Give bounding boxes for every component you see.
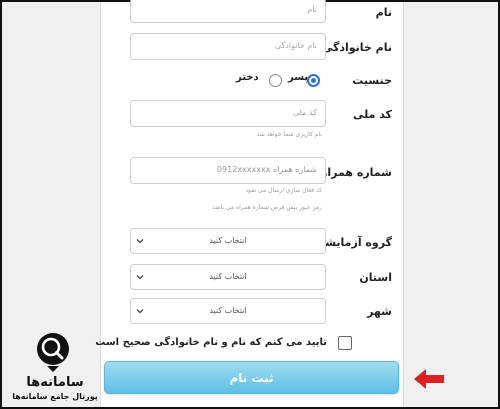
chevron-down-icon <box>136 309 144 314</box>
gender-label: جنسیت <box>352 74 392 87</box>
mobile-label: شماره همراه <box>320 166 392 179</box>
test-group-select[interactable]: انتخاب کنید <box>130 228 326 254</box>
first-name-label: نام <box>375 6 392 19</box>
submit-button[interactable]: ثبت نام <box>104 361 399 394</box>
submit-label: ثبت نام <box>229 371 274 385</box>
confirm-checkbox[interactable] <box>338 336 352 350</box>
city-label: شهر <box>367 305 392 318</box>
city-value: انتخاب کنید <box>209 306 247 315</box>
province-value: انتخاب کنید <box>209 272 247 281</box>
last-name-label: نام خانوادگی <box>321 41 392 54</box>
test-group-value: انتخاب کنید <box>209 236 247 245</box>
watermark-title: سامانه‌ها <box>26 375 84 390</box>
province-label: استان <box>359 271 392 284</box>
first-name-input[interactable]: نام <box>130 0 326 23</box>
mobile-help-password: رمز عبور پیش فرض شماره همراه می باشد <box>212 204 322 211</box>
gender-radio-girl[interactable] <box>269 74 282 87</box>
city-select[interactable]: انتخاب کنید <box>130 298 326 324</box>
national-id-help: نام کاربری شما خواهد شد <box>256 131 322 138</box>
chevron-down-icon <box>136 239 144 244</box>
province-select[interactable]: انتخاب کنید <box>130 264 326 290</box>
gender-girl-label: دختر <box>236 72 259 83</box>
mobile-placeholder: شماره همراه 0912xxxxxxx <box>216 165 317 174</box>
watermark-subtitle: پورتال جامع سامانه‌ها <box>12 392 98 401</box>
watermark-logo: سامانه‌ها پورتال جامع سامانه‌ها <box>8 332 100 404</box>
arrow-pointer-icon <box>414 369 444 389</box>
right-margin <box>404 2 498 407</box>
national-id-placeholder: کد ملی <box>292 108 317 117</box>
mobile-help-activation: کد فعال سازی ارسال می شود <box>245 187 322 194</box>
national-id-input[interactable]: کد ملی <box>130 100 326 127</box>
last-name-input[interactable]: نام خانوادگی <box>130 33 326 60</box>
mobile-input[interactable]: شماره همراه 0912xxxxxxx <box>130 157 326 184</box>
chevron-down-icon <box>136 275 144 280</box>
confirm-label: تایید می کنم که نام و نام خانوادگی صحیح … <box>95 337 327 348</box>
gender-boy-label: پسر <box>288 72 309 83</box>
gender-radio-boy[interactable] <box>307 74 320 87</box>
magnifier-icon <box>37 333 69 372</box>
first-name-placeholder: نام <box>307 5 317 14</box>
national-id-label: کد ملی <box>352 108 392 121</box>
right-divider <box>403 2 404 407</box>
last-name-placeholder: نام خانوادگی <box>274 41 317 50</box>
